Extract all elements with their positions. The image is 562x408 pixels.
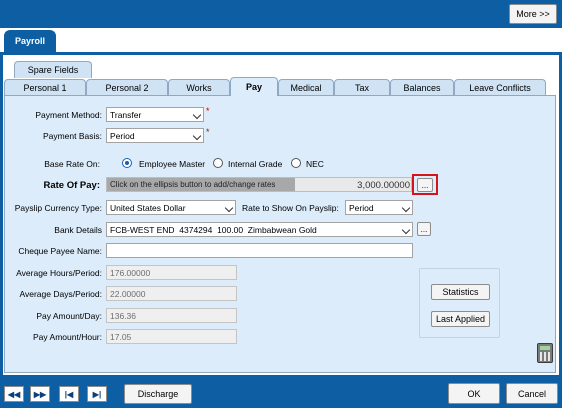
chevron-down-icon (192, 110, 202, 120)
chevron-down-icon (192, 131, 202, 141)
tab-medical[interactable]: Medical (278, 79, 334, 96)
tab-balances[interactable]: Balances (390, 79, 454, 96)
rate-of-pay-label: Rate Of Pay: (43, 180, 101, 191)
tab-works[interactable]: Works (168, 79, 230, 96)
radio-nec[interactable] (291, 158, 301, 168)
rate-on-payslip-label: Rate to Show On Payslip: (242, 203, 339, 213)
tab-personal-1[interactable]: Personal 1 (4, 79, 86, 96)
first-record-button[interactable]: ◀◀ (4, 386, 24, 402)
pay-hour-value: 17.05 (106, 329, 237, 344)
tab-tax[interactable]: Tax (334, 79, 390, 96)
payslip-currency-label: Payslip Currency Type: (14, 203, 102, 213)
payment-method-label: Payment Method: (35, 110, 102, 120)
statistics-button[interactable]: Statistics (431, 284, 490, 300)
tab-pay[interactable]: Pay (230, 77, 278, 96)
cheque-payee-input[interactable] (106, 243, 413, 258)
payslip-currency-value: United States Dollar (110, 202, 186, 213)
discharge-button[interactable]: Discharge (124, 384, 192, 404)
rate-of-pay-value: 3,000.00000 (357, 180, 410, 191)
bank-ellipsis-button[interactable]: ... (417, 222, 431, 236)
rate-on-payslip-value: Period (349, 202, 374, 213)
pay-day-label: Pay Amount/Day: (36, 311, 102, 321)
more-button[interactable]: More >> (509, 4, 557, 24)
tab-personal-2[interactable]: Personal 2 (86, 79, 168, 96)
required-mark: * (206, 127, 210, 137)
bank-details-select[interactable]: FCB-WEST END 4374294 100.00 Zimbabwean G… (106, 222, 413, 237)
last-applied-button[interactable]: Last Applied (431, 311, 490, 327)
cheque-payee-label: Cheque Payee Name: (18, 246, 102, 256)
previous-record-button[interactable]: |◀ (59, 386, 79, 402)
side-button-group (419, 268, 500, 338)
payment-method-value: Transfer (110, 109, 142, 120)
payment-method-select[interactable]: Transfer (106, 107, 204, 122)
chevron-down-icon (401, 203, 411, 213)
tab-spare-fields[interactable]: Spare Fields (14, 61, 92, 78)
radio-internal-grade[interactable] (213, 158, 223, 168)
top-bar (0, 0, 562, 28)
last-record-button[interactable]: ▶| (87, 386, 107, 402)
rate-ellipsis-button[interactable]: ... (417, 178, 433, 192)
radio-employee-master[interactable] (122, 158, 132, 168)
calculator-icon[interactable] (537, 343, 553, 363)
avg-days-value: 22.00000 (106, 286, 237, 301)
payment-basis-select[interactable]: Period (106, 128, 204, 143)
cancel-button[interactable]: Cancel (506, 383, 558, 404)
tab-payroll[interactable]: Payroll (4, 30, 56, 52)
base-rate-label: Base Rate On: (44, 159, 100, 169)
radio-internal-grade-label: Internal Grade (228, 159, 283, 169)
avg-hours-value: 176.00000 (106, 265, 237, 280)
avg-hours-label: Average Hours/Period: (16, 268, 102, 278)
payment-basis-value: Period (110, 130, 135, 141)
chevron-down-icon (401, 225, 411, 235)
radio-nec-label: NEC (306, 159, 324, 169)
required-mark: * (206, 106, 210, 116)
avg-days-label: Average Days/Period: (19, 289, 102, 299)
pay-hour-label: Pay Amount/Hour: (33, 332, 102, 342)
tab-leave-conflicts[interactable]: Leave Conflicts (454, 79, 546, 96)
radio-employee-master-label: Employee Master (139, 159, 206, 169)
payment-basis-label: Payment Basis: (42, 131, 102, 141)
ok-button[interactable]: OK (448, 383, 500, 404)
rate-of-pay-hint: Click on the ellipsis button to add/chan… (107, 178, 295, 191)
bank-details-value: FCB-WEST END 4374294 100.00 Zimbabwean G… (110, 224, 317, 235)
next-record-button[interactable]: ▶▶ (30, 386, 50, 402)
bank-details-label: Bank Details (54, 225, 102, 235)
rate-on-payslip-select[interactable]: Period (345, 200, 413, 215)
chevron-down-icon (224, 203, 234, 213)
payslip-currency-select[interactable]: United States Dollar (106, 200, 236, 215)
pay-day-value: 136.36 (106, 308, 237, 323)
